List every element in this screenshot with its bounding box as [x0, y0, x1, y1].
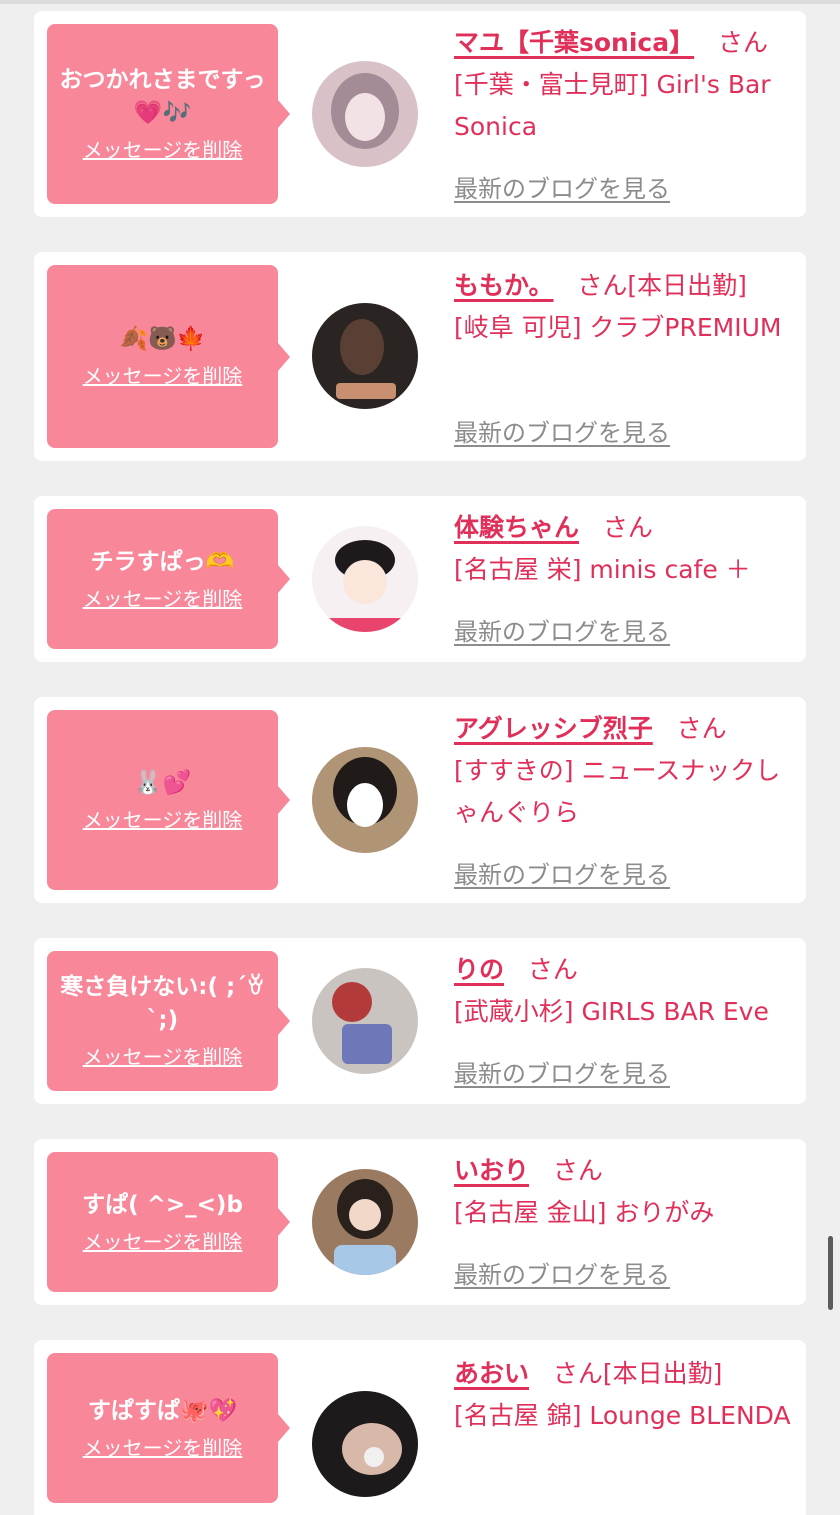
avatar[interactable] [312, 61, 418, 167]
delete-message-link[interactable]: メッセージを削除 [83, 585, 243, 613]
message-bubble: すぱ( ^>_<)b メッセージを削除 [47, 1152, 290, 1292]
honorific: さん [552, 1359, 603, 1388]
message-text: おつかれさまですっ💗🎶 [59, 67, 266, 126]
message-text: 🍂🐻🍁 [119, 326, 206, 352]
avatar[interactable] [312, 1391, 418, 1497]
latest-blog-link[interactable]: 最新のブログを見る [454, 612, 670, 647]
delete-message-link[interactable]: メッセージを削除 [83, 1228, 243, 1256]
honorific: さん [527, 955, 578, 984]
message-text: 寒さ負けない:( ;´ꈊ`;) [60, 974, 265, 1033]
message-bubble: すぱすぱ🐙💖 メッセージを削除 [47, 1353, 290, 1503]
delete-message-link[interactable]: メッセージを削除 [83, 1434, 243, 1462]
vertical-scrollbar[interactable] [828, 1236, 833, 1310]
message-bubble: 寒さ負けない:( ;´ꈊ`;) メッセージを削除 [47, 951, 290, 1091]
store-name: [千葉・富士見町] Girl's Bar Sonica [454, 70, 771, 141]
working-badge: [本日出勤] [627, 271, 747, 300]
message-card: 寒さ負けない:( ;´ꈊ`;) メッセージを削除 りの さん [武蔵小杉] GI… [34, 938, 806, 1104]
delete-message-link[interactable]: メッセージを削除 [83, 136, 243, 164]
host-info: 体験ちゃん さん [名古屋 栄] minis cafe ＋ [454, 507, 794, 591]
host-info: あおい さん[本日出勤] [名古屋 錦] Lounge BLENDA [454, 1353, 794, 1437]
host-name-link[interactable]: アグレッシブ烈子 [454, 714, 653, 743]
message-card: 🐰💕 メッセージを削除 アグレッシブ烈子 さん [すすきの] ニュースナックしゃ… [34, 697, 806, 903]
store-name: [名古屋 金山] おりがみ [454, 1198, 715, 1227]
message-card: 🍂🐻🍁 メッセージを削除 ももか。 さん[本日出勤] [岐阜 可児] クラブPR… [34, 252, 806, 461]
avatar[interactable] [312, 526, 418, 632]
host-name-link[interactable]: ももか。 [454, 271, 554, 300]
message-text: 🐰💕 [133, 769, 192, 796]
host-name-link[interactable]: あおい [454, 1359, 529, 1388]
honorific: さん [552, 1156, 603, 1185]
message-text: すぱ( ^>_<)b [82, 1191, 243, 1218]
message-bubble: 🐰💕 メッセージを削除 [47, 710, 290, 890]
latest-blog-link[interactable]: 最新のブログを見る [454, 169, 670, 204]
store-name: [すすきの] ニュースナックしゃんぐりら [454, 756, 781, 827]
host-info: りの さん [武蔵小杉] GIRLS BAR Eve [454, 949, 794, 1033]
message-text: チラすぱっ🫶 [90, 548, 235, 575]
message-card: おつかれさまですっ💗🎶 メッセージを削除 マユ【千葉sonica】 さん [千葉… [34, 11, 806, 217]
delete-message-link[interactable]: メッセージを削除 [83, 362, 243, 390]
store-name: [岐阜 可児] クラブPREMIUM [454, 313, 782, 342]
host-info: アグレッシブ烈子 さん [すすきの] ニュースナックしゃんぐりら [454, 708, 794, 834]
honorific: さん [676, 714, 727, 743]
message-bubble: おつかれさまですっ💗🎶 メッセージを削除 [47, 24, 290, 204]
host-name-link[interactable]: りの [454, 955, 504, 984]
host-name-link[interactable]: マユ【千葉sonica】 [454, 28, 694, 57]
store-name: [名古屋 錦] Lounge BLENDA [454, 1401, 791, 1430]
store-name: [名古屋 栄] minis cafe ＋ [454, 555, 751, 584]
host-info: いおり さん [名古屋 金山] おりがみ [454, 1150, 794, 1234]
delete-message-link[interactable]: メッセージを削除 [83, 1043, 243, 1071]
avatar[interactable] [312, 747, 418, 853]
honorific: さん [717, 28, 768, 57]
message-bubble: チラすぱっ🫶 メッセージを削除 [47, 509, 290, 649]
latest-blog-link[interactable]: 最新のブログを見る [454, 413, 670, 448]
avatar[interactable] [312, 1169, 418, 1275]
avatar[interactable] [312, 303, 418, 409]
latest-blog-link[interactable]: 最新のブログを見る [454, 855, 670, 890]
host-info: ももか。 さん[本日出勤] [岐阜 可児] クラブPREMIUM [454, 265, 794, 349]
latest-blog-link[interactable]: 最新のブログを見る [454, 1255, 670, 1290]
host-name-link[interactable]: 体験ちゃん [454, 513, 579, 542]
host-name-link[interactable]: いおり [454, 1156, 529, 1185]
message-card: すぱすぱ🐙💖 メッセージを削除 あおい さん[本日出勤] [名古屋 錦] Lou… [34, 1340, 806, 1515]
working-badge: [本日出勤] [602, 1359, 723, 1388]
honorific: さん [577, 271, 628, 300]
honorific: さん [602, 513, 653, 542]
message-card: チラすぱっ🫶 メッセージを削除 体験ちゃん さん [名古屋 栄] minis c… [34, 496, 806, 662]
message-text: すぱすぱ🐙💖 [87, 1397, 238, 1424]
latest-blog-link[interactable]: 最新のブログを見る [454, 1054, 670, 1089]
top-strip [0, 0, 840, 4]
delete-message-link[interactable]: メッセージを削除 [83, 806, 243, 834]
message-bubble: 🍂🐻🍁 メッセージを削除 [47, 265, 290, 448]
avatar[interactable] [312, 968, 418, 1074]
store-name: [武蔵小杉] GIRLS BAR Eve [454, 997, 769, 1026]
message-card: すぱ( ^>_<)b メッセージを削除 いおり さん [名古屋 金山] おりがみ… [34, 1139, 806, 1305]
host-info: マユ【千葉sonica】 さん [千葉・富士見町] Girl's Bar Son… [454, 22, 794, 148]
